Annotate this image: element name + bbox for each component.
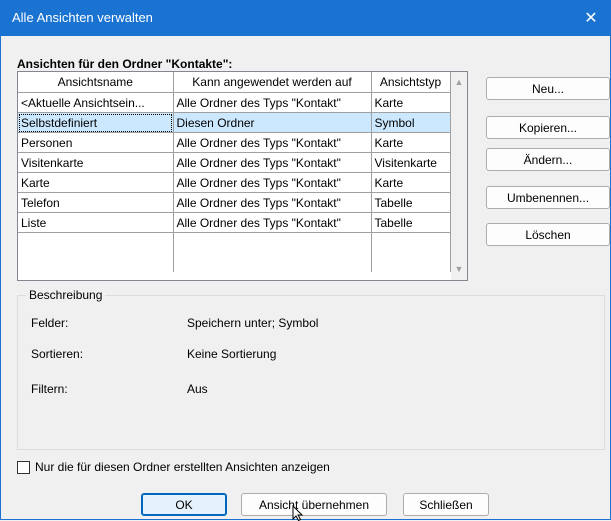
cell-view-name: Selbstdefiniert (18, 112, 174, 133)
cell-view-name: Telefon (18, 192, 174, 213)
cell-view-type: Karte (371, 172, 451, 193)
cell-applies-to: Alle Ordner des Typs "Kontakt" (173, 172, 372, 193)
cell-view-name: <Aktuelle Ansichtsein... (18, 92, 174, 113)
cell-view-type: Karte (371, 132, 451, 153)
column-header-applies-to[interactable]: Kann angewendet werden auf (173, 72, 372, 93)
cell-view-type: Tabelle (371, 192, 451, 213)
scroll-up-icon[interactable]: ▲ (454, 77, 464, 87)
table-row[interactable]: Karte Alle Ordner des Typs "Kontakt" Kar… (18, 172, 451, 193)
close-button[interactable]: ✕ (571, 0, 611, 36)
cell-applies-to: Alle Ordner des Typs "Kontakt" (173, 92, 372, 113)
scroll-down-icon[interactable]: ▼ (454, 264, 464, 274)
mouse-cursor-icon (292, 505, 304, 521)
table-row[interactable]: <Aktuelle Ansichtsein... Alle Ordner des… (18, 92, 451, 113)
cell-view-type: Symbol (371, 112, 451, 133)
new-button-label: Neu... (531, 81, 564, 96)
table-header-row: Ansichtsname Kann angewendet werden auf … (18, 72, 451, 93)
fields-label: Felder: (31, 316, 69, 330)
column-header-name[interactable]: Ansichtsname (18, 72, 174, 93)
table-row-selected[interactable]: Selbstdefiniert Diesen Ordner Symbol (18, 112, 451, 133)
copy-button-label: Kopieren... (518, 120, 578, 135)
cell-applies-to: Alle Ordner des Typs "Kontakt" (173, 132, 372, 153)
cell-view-type: Tabelle (371, 212, 451, 233)
fields-value: Speichern unter; Symbol (187, 316, 319, 330)
close-icon: ✕ (584, 10, 598, 27)
delete-button-label: Löschen (525, 227, 571, 242)
rename-button[interactable]: Umbenennen... (486, 186, 610, 209)
close-dialog-button-label: Schließen (419, 497, 473, 512)
sort-label: Sortieren: (31, 347, 84, 361)
cell-view-name: Visitenkarte (18, 152, 174, 173)
modify-button[interactable]: Ändern... (486, 148, 610, 171)
table-row[interactable]: Liste Alle Ordner des Typs "Kontakt" Tab… (18, 212, 451, 233)
sort-value: Keine Sortierung (187, 347, 277, 361)
window-title: Alle Ansichten verwalten (12, 10, 153, 25)
delete-button[interactable]: Löschen (486, 223, 610, 246)
title-bar: Alle Ansichten verwalten ✕ (0, 0, 611, 36)
table-filler-row (18, 232, 451, 272)
ok-button-label: OK (175, 497, 193, 512)
close-dialog-button[interactable]: Schließen (403, 493, 489, 516)
new-button[interactable]: Neu... (486, 77, 610, 100)
cell-applies-to: Alle Ordner des Typs "Kontakt" (173, 192, 372, 213)
apply-view-button-label: Ansicht übernehmen (258, 497, 370, 512)
cell-applies-to: Alle Ordner des Typs "Kontakt" (173, 152, 372, 173)
copy-button[interactable]: Kopieren... (486, 116, 610, 139)
rename-button-label: Umbenennen... (506, 190, 590, 205)
views-list-label: Ansichten für den Ordner "Kontakte": (17, 57, 233, 71)
own-views-only-checkbox[interactable] (17, 460, 30, 474)
cell-view-name: Personen (18, 132, 174, 153)
table-row[interactable]: Telefon Alle Ordner des Typs "Kontakt" T… (18, 192, 451, 213)
column-header-type[interactable]: Ansichtstyp (371, 72, 451, 93)
ok-button[interactable]: OK (141, 493, 227, 516)
cell-view-type: Karte (371, 92, 451, 113)
cell-applies-to: Alle Ordner des Typs "Kontakt" (173, 212, 372, 233)
table-row[interactable]: Visitenkarte Alle Ordner des Typs "Konta… (18, 152, 451, 173)
vertical-scrollbar[interactable]: ▲ ▼ (451, 72, 467, 280)
filter-label: Filtern: (31, 382, 68, 396)
cell-view-name: Liste (18, 212, 174, 233)
views-table[interactable]: Ansichtsname Kann angewendet werden auf … (17, 71, 468, 281)
apply-view-button[interactable]: Ansicht übernehmen (241, 493, 387, 516)
table-row[interactable]: Personen Alle Ordner des Typs "Kontakt" … (18, 132, 451, 153)
filter-value: Aus (187, 382, 208, 396)
own-views-only-row[interactable]: Nur die für diesen Ordner erstellten Ans… (17, 460, 330, 474)
description-legend: Beschreibung (26, 288, 106, 302)
modify-button-label: Ändern... (523, 152, 573, 167)
cell-view-name: Karte (18, 172, 174, 193)
own-views-only-label[interactable]: Nur die für diesen Ordner erstellten Ans… (35, 460, 330, 474)
cell-view-type: Visitenkarte (371, 152, 451, 173)
cell-applies-to: Diesen Ordner (173, 112, 372, 133)
